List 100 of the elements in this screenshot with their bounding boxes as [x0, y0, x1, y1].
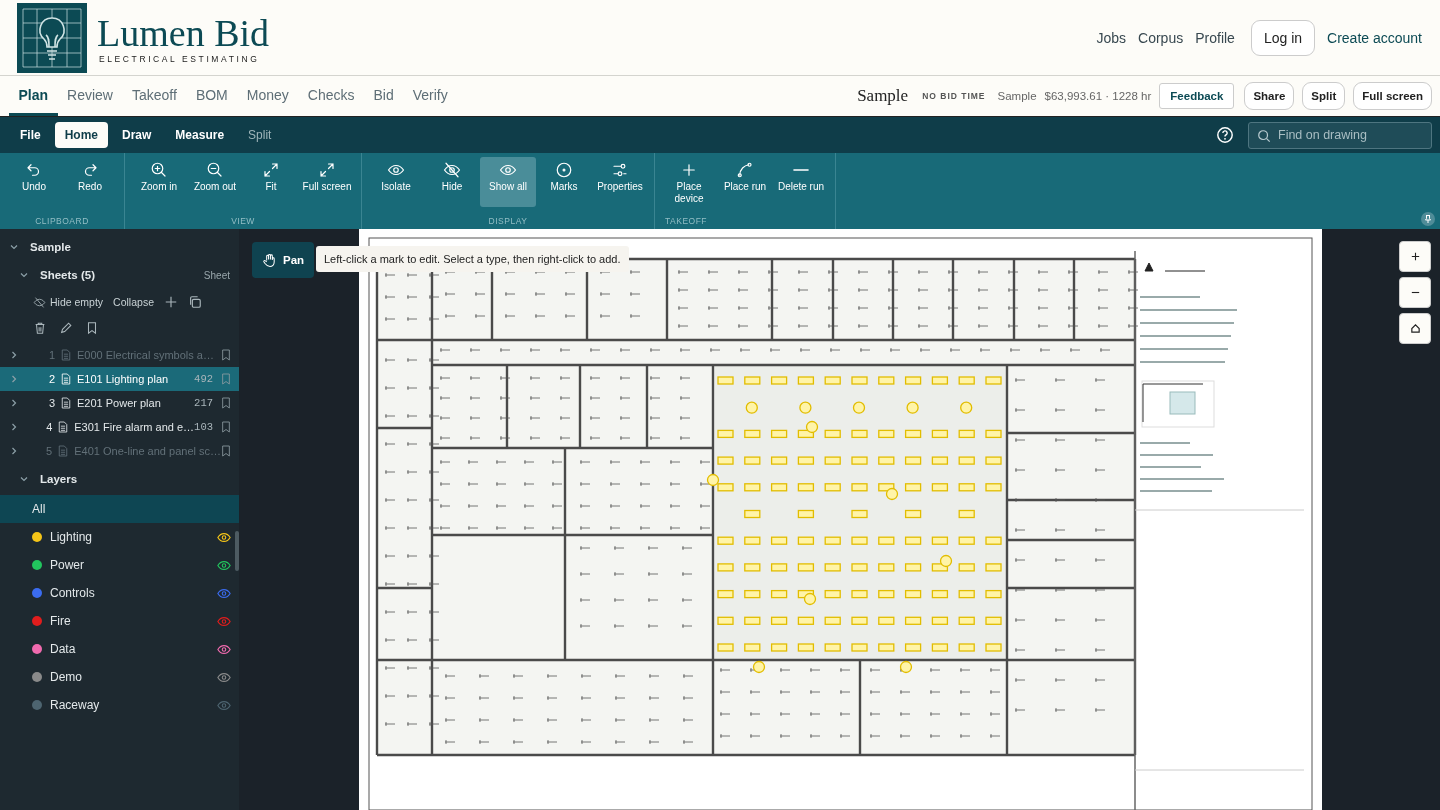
ribbon-tool[interactable]: Fit [243, 157, 299, 207]
sheet-name: E201 Power plan [77, 397, 161, 409]
eye-slash-icon [443, 161, 461, 179]
layer-item[interactable]: Data [0, 635, 239, 663]
pin-icon[interactable] [1421, 212, 1435, 226]
login-button[interactable]: Log in [1250, 19, 1316, 56]
hint-tooltip: Left-click a mark to edit. Select a type, then right-click to add. [316, 246, 629, 272]
nav-tab[interactable]: BOM [186, 76, 238, 116]
nav-tab[interactable]: Takeoff [122, 76, 187, 116]
ribbon-tool[interactable]: Zoom in [131, 157, 187, 207]
ribbon-tool[interactable]: Redo [62, 157, 118, 207]
sheet-name: E401 One-line and panel sc… [74, 445, 221, 457]
layer-item[interactable]: Fire [0, 607, 239, 635]
ribbon-tool[interactable]: Full screen [299, 157, 355, 207]
eye-icon[interactable] [217, 559, 231, 571]
sheet-item[interactable]: 3 E201 Power plan 217 [0, 391, 239, 415]
plus-icon [1409, 251, 1421, 262]
ribbon-tool[interactable]: Marks [536, 157, 592, 207]
eye-icon[interactable] [217, 671, 231, 683]
plus-icon[interactable] [163, 295, 178, 309]
zoom-in-button[interactable] [1399, 241, 1431, 272]
zoom-out-icon [206, 161, 224, 179]
header-button[interactable]: Split [1302, 82, 1346, 110]
plus-icon [680, 161, 698, 179]
header-button[interactable]: Feedback [1159, 83, 1235, 109]
home-button[interactable] [1399, 313, 1431, 344]
sheet-count: 217 [194, 397, 213, 409]
bookmark-icon[interactable] [85, 321, 99, 335]
scrollbar-thumb[interactable] [235, 531, 239, 571]
nav-tab[interactable]: Verify [403, 76, 458, 116]
pencil-icon[interactable] [59, 321, 73, 335]
chevron-down-icon[interactable] [9, 242, 19, 252]
sheet-number: 4 [45, 421, 53, 433]
bookmark-icon[interactable] [221, 397, 231, 409]
copy-icon[interactable] [187, 295, 202, 309]
layer-name: Controls [50, 586, 95, 600]
nav-link[interactable]: Jobs [1096, 29, 1127, 46]
search-field[interactable]: Find on drawing [1248, 121, 1432, 149]
sheet-item[interactable]: 4 E301 Fire alarm and e…103 [0, 415, 239, 439]
ribbon-tool[interactable]: Hide [424, 157, 480, 207]
nav-link[interactable]: Corpus [1138, 29, 1184, 46]
ribbon-tool[interactable]: Place run [717, 157, 773, 207]
help-icon[interactable] [1216, 126, 1234, 144]
document-icon [61, 349, 71, 361]
section-label[interactable]: Layers [40, 473, 78, 485]
ribbon-tool[interactable]: Undo [6, 157, 62, 207]
ribbon-tool[interactable]: Properties [592, 157, 648, 207]
project-title: Sample [857, 86, 909, 106]
ribbon-tab[interactable]: Draw [112, 122, 162, 148]
nav-tab[interactable]: Review [57, 76, 123, 116]
nav-tab[interactable]: Checks [298, 76, 364, 116]
chevron-down-icon[interactable] [19, 270, 29, 280]
collapse-button[interactable]: Collapse [113, 296, 154, 308]
eye-icon[interactable] [217, 643, 231, 655]
trash-icon[interactable] [33, 321, 47, 335]
layer-item[interactable]: Raceway [0, 691, 239, 719]
ribbon-tab[interactable]: File [10, 122, 51, 148]
document-icon [58, 421, 69, 433]
header-button[interactable]: Full screen [1353, 82, 1432, 110]
chevron-down-icon[interactable] [19, 474, 29, 484]
ribbon-tool[interactable]: Show all [480, 157, 536, 207]
pan-tool-button[interactable]: Pan [252, 242, 315, 278]
section-label[interactable]: Sheets (5) [40, 269, 95, 281]
layer-name: Data [50, 642, 76, 656]
tree-root-label[interactable]: Sample [30, 241, 71, 253]
curve-icon [736, 161, 754, 179]
ribbon-tool[interactable]: Zoom out [187, 157, 243, 207]
layer-item[interactable]: All [0, 495, 239, 523]
layer-name: Power [50, 558, 84, 572]
chevron-right-icon[interactable] [9, 422, 19, 432]
search-icon [1257, 128, 1271, 143]
ribbon-tab[interactable]: Measure [165, 122, 235, 148]
expand-arrows-icon [318, 161, 336, 179]
zoom-out-button[interactable] [1399, 277, 1431, 308]
header-button[interactable]: Share [1244, 82, 1295, 110]
ribbon-tool[interactable]: Delete run [773, 157, 829, 207]
create-account-link[interactable]: Create account [1327, 29, 1422, 46]
chevron-right-icon[interactable] [9, 398, 19, 408]
bookmark-icon[interactable] [221, 421, 231, 433]
layer-item[interactable]: Power [0, 551, 239, 579]
nav-link[interactable]: Profile [1195, 29, 1235, 46]
layer-name: Fire [50, 614, 71, 628]
layer-item[interactable]: Lighting [0, 523, 239, 551]
document-icon [58, 445, 69, 457]
eye-slash-icon [33, 295, 46, 309]
layer-item[interactable]: Demo [0, 663, 239, 691]
hand-icon [262, 252, 277, 268]
hide-empty-button[interactable]: Hide empty [33, 295, 104, 309]
project-total: $63,993.61 · 1228 hr [1044, 90, 1152, 102]
nav-tab[interactable]: Money [237, 76, 299, 116]
ribbon-tab[interactable]: Home [54, 122, 108, 148]
layer-item[interactable]: Controls [0, 579, 239, 607]
ribbon-tool[interactable]: Isolate [368, 157, 424, 207]
nav-tab[interactable]: Bid [364, 76, 404, 116]
sheet-name: E301 Fire alarm and e… [74, 421, 195, 433]
minus-icon [792, 168, 810, 172]
group-label: TAKEOFF [664, 216, 708, 228]
layer-name: Raceway [50, 698, 100, 712]
ribbon-tool[interactable]: Place device [661, 157, 717, 207]
brand-name: Lumen Bid [97, 11, 270, 54]
